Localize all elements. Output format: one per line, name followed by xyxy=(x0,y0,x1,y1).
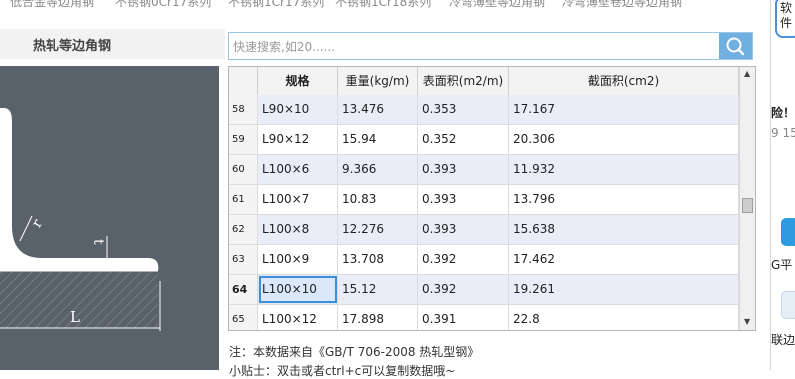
row-number: 64 xyxy=(229,275,258,304)
cell-area[interactable]: 13.796 xyxy=(509,185,739,214)
scrollbar-thumb[interactable] xyxy=(742,198,753,213)
sidebar-text: 9 15 xyxy=(771,126,795,140)
cell-surface[interactable]: 0.392 xyxy=(418,245,509,274)
scroll-up-arrow-icon[interactable]: ▲ xyxy=(744,69,750,78)
column-header[interactable]: 规格 xyxy=(258,67,338,95)
scroll-down-arrow-icon[interactable]: ▼ xyxy=(744,317,750,326)
cell-spec[interactable]: L100×9 xyxy=(258,245,338,274)
row-number: 60 xyxy=(229,155,258,184)
column-header[interactable]: 截面积(cm2) xyxy=(509,67,739,95)
data-table: 规格 重量(kg/m) 表面积(m2/m) 截面积(cm2) 58 L90×10… xyxy=(228,66,756,331)
search-button[interactable] xyxy=(719,33,752,59)
nav-link[interactable]: 不锈钢1Cr18系列 xyxy=(335,0,431,10)
cell-surface[interactable]: 0.393 xyxy=(418,155,509,184)
search-input[interactable] xyxy=(231,36,720,58)
cell-weight[interactable]: 10.83 xyxy=(338,185,418,214)
sidebar-text[interactable]: G平 xyxy=(771,256,792,273)
cell-weight[interactable]: 17.898 xyxy=(338,305,418,330)
search-icon xyxy=(726,37,745,56)
cell-area[interactable]: 17.462 xyxy=(509,245,739,274)
table-row[interactable]: 62 L100×8 12.276 0.393 15.638 xyxy=(229,215,739,245)
row-number: 65 xyxy=(229,305,258,330)
cell-spec[interactable]: L90×12 xyxy=(258,125,338,154)
row-number: 63 xyxy=(229,245,258,274)
cell-surface[interactable]: 0.391 xyxy=(418,305,509,330)
cell-weight[interactable]: 13.708 xyxy=(338,245,418,274)
nav-link[interactable]: 不锈钢1Cr17系列 xyxy=(228,0,324,10)
badge-text: 件 xyxy=(780,16,793,30)
nav-link[interactable]: 冷弯薄壁等边角钢 xyxy=(449,0,545,10)
cell-surface[interactable]: 0.393 xyxy=(418,185,509,214)
row-number: 59 xyxy=(229,125,258,154)
cell-surface[interactable]: 0.393 xyxy=(418,215,509,244)
column-header[interactable]: 重量(kg/m) xyxy=(338,67,418,95)
cell-area[interactable]: 20.306 xyxy=(509,125,739,154)
nav-link[interactable]: 低合金等边角钢 xyxy=(10,0,94,10)
cell-weight[interactable]: 13.476 xyxy=(338,95,418,124)
row-number: 58 xyxy=(229,95,258,124)
table-row-selected[interactable]: 64 L100×10 15.12 0.392 19.261 xyxy=(229,275,739,305)
cell-spec-selected[interactable]: L100×10 xyxy=(258,275,338,304)
nav-link[interactable]: 不锈钢0Cr17系列 xyxy=(115,0,211,10)
angle-steel-diagram: r t L xyxy=(0,66,219,370)
cell-area[interactable]: 17.167 xyxy=(509,95,739,124)
cell-spec[interactable]: L100×8 xyxy=(258,215,338,244)
cell-weight[interactable]: 12.276 xyxy=(338,215,418,244)
section-title: 热轧等边角钢 xyxy=(33,39,112,54)
cell-surface[interactable]: 0.352 xyxy=(418,125,509,154)
table-row[interactable]: 61 L100×7 10.83 0.393 13.796 xyxy=(229,185,739,215)
cell-area[interactable]: 22.8 xyxy=(509,305,739,330)
cell-spec[interactable]: L100×12 xyxy=(258,305,338,330)
cell-surface[interactable]: 0.353 xyxy=(418,95,509,124)
table-row[interactable]: 63 L100×9 13.708 0.392 17.462 xyxy=(229,245,739,275)
cell-weight[interactable]: 15.94 xyxy=(338,125,418,154)
column-header[interactable]: 表面积(m2/m) xyxy=(418,67,509,95)
software-badge[interactable]: 软 件 xyxy=(775,0,795,38)
table-header: 规格 重量(kg/m) 表面积(m2/m) 截面积(cm2) xyxy=(229,67,739,96)
right-sidebar: 软 件 险！ 9 15 G平 联边 xyxy=(771,0,795,370)
app-icon[interactable] xyxy=(781,291,795,319)
cell-area[interactable]: 11.932 xyxy=(509,155,739,184)
top-nav: 低合金等边角钢 不锈钢0Cr17系列 不锈钢1Cr17系列 不锈钢1Cr18系列… xyxy=(0,0,770,14)
cell-weight[interactable]: 9.366 xyxy=(338,155,418,184)
label-t: t xyxy=(90,239,106,245)
cell-spec[interactable]: L100×7 xyxy=(258,185,338,214)
table-scrollbar[interactable]: ▲ ▼ xyxy=(739,67,755,330)
label-r: r xyxy=(29,216,46,230)
row-number-header xyxy=(229,67,258,95)
sidebar-text[interactable]: 联边 xyxy=(771,331,795,348)
copy-tip: 小贴士：双击或者ctrl+c可以复制数据哦~ xyxy=(229,364,456,378)
cell-weight[interactable]: 15.12 xyxy=(338,275,418,304)
table-row[interactable]: 59 L90×12 15.94 0.352 20.306 xyxy=(229,125,739,155)
cell-area[interactable]: 19.261 xyxy=(509,275,739,304)
cell-surface[interactable]: 0.392 xyxy=(418,275,509,304)
cell-spec[interactable]: L90×10 xyxy=(258,95,338,124)
section-title-bar: 热轧等边角钢 xyxy=(0,29,225,59)
table-row[interactable]: 65 L100×12 17.898 0.391 22.8 xyxy=(229,305,739,330)
cell-spec[interactable]: L100×6 xyxy=(258,155,338,184)
label-L: L xyxy=(70,308,80,326)
nav-link[interactable]: 冷弯薄壁卷边等边角钢 xyxy=(562,0,682,10)
table-row[interactable]: 60 L100×6 9.366 0.393 11.932 xyxy=(229,155,739,185)
row-number: 61 xyxy=(229,185,258,214)
row-number: 62 xyxy=(229,215,258,244)
data-source-note: 注：本数据来自《GB/T 706-2008 热轧型钢》 xyxy=(229,345,480,359)
table-row[interactable]: 58 L90×10 13.476 0.353 17.167 xyxy=(229,95,739,125)
search-box xyxy=(228,32,753,60)
cell-area[interactable]: 15.638 xyxy=(509,215,739,244)
app-icon[interactable] xyxy=(781,218,795,246)
angle-profile-shape xyxy=(0,108,159,271)
sidebar-text: 险！ xyxy=(771,106,795,120)
